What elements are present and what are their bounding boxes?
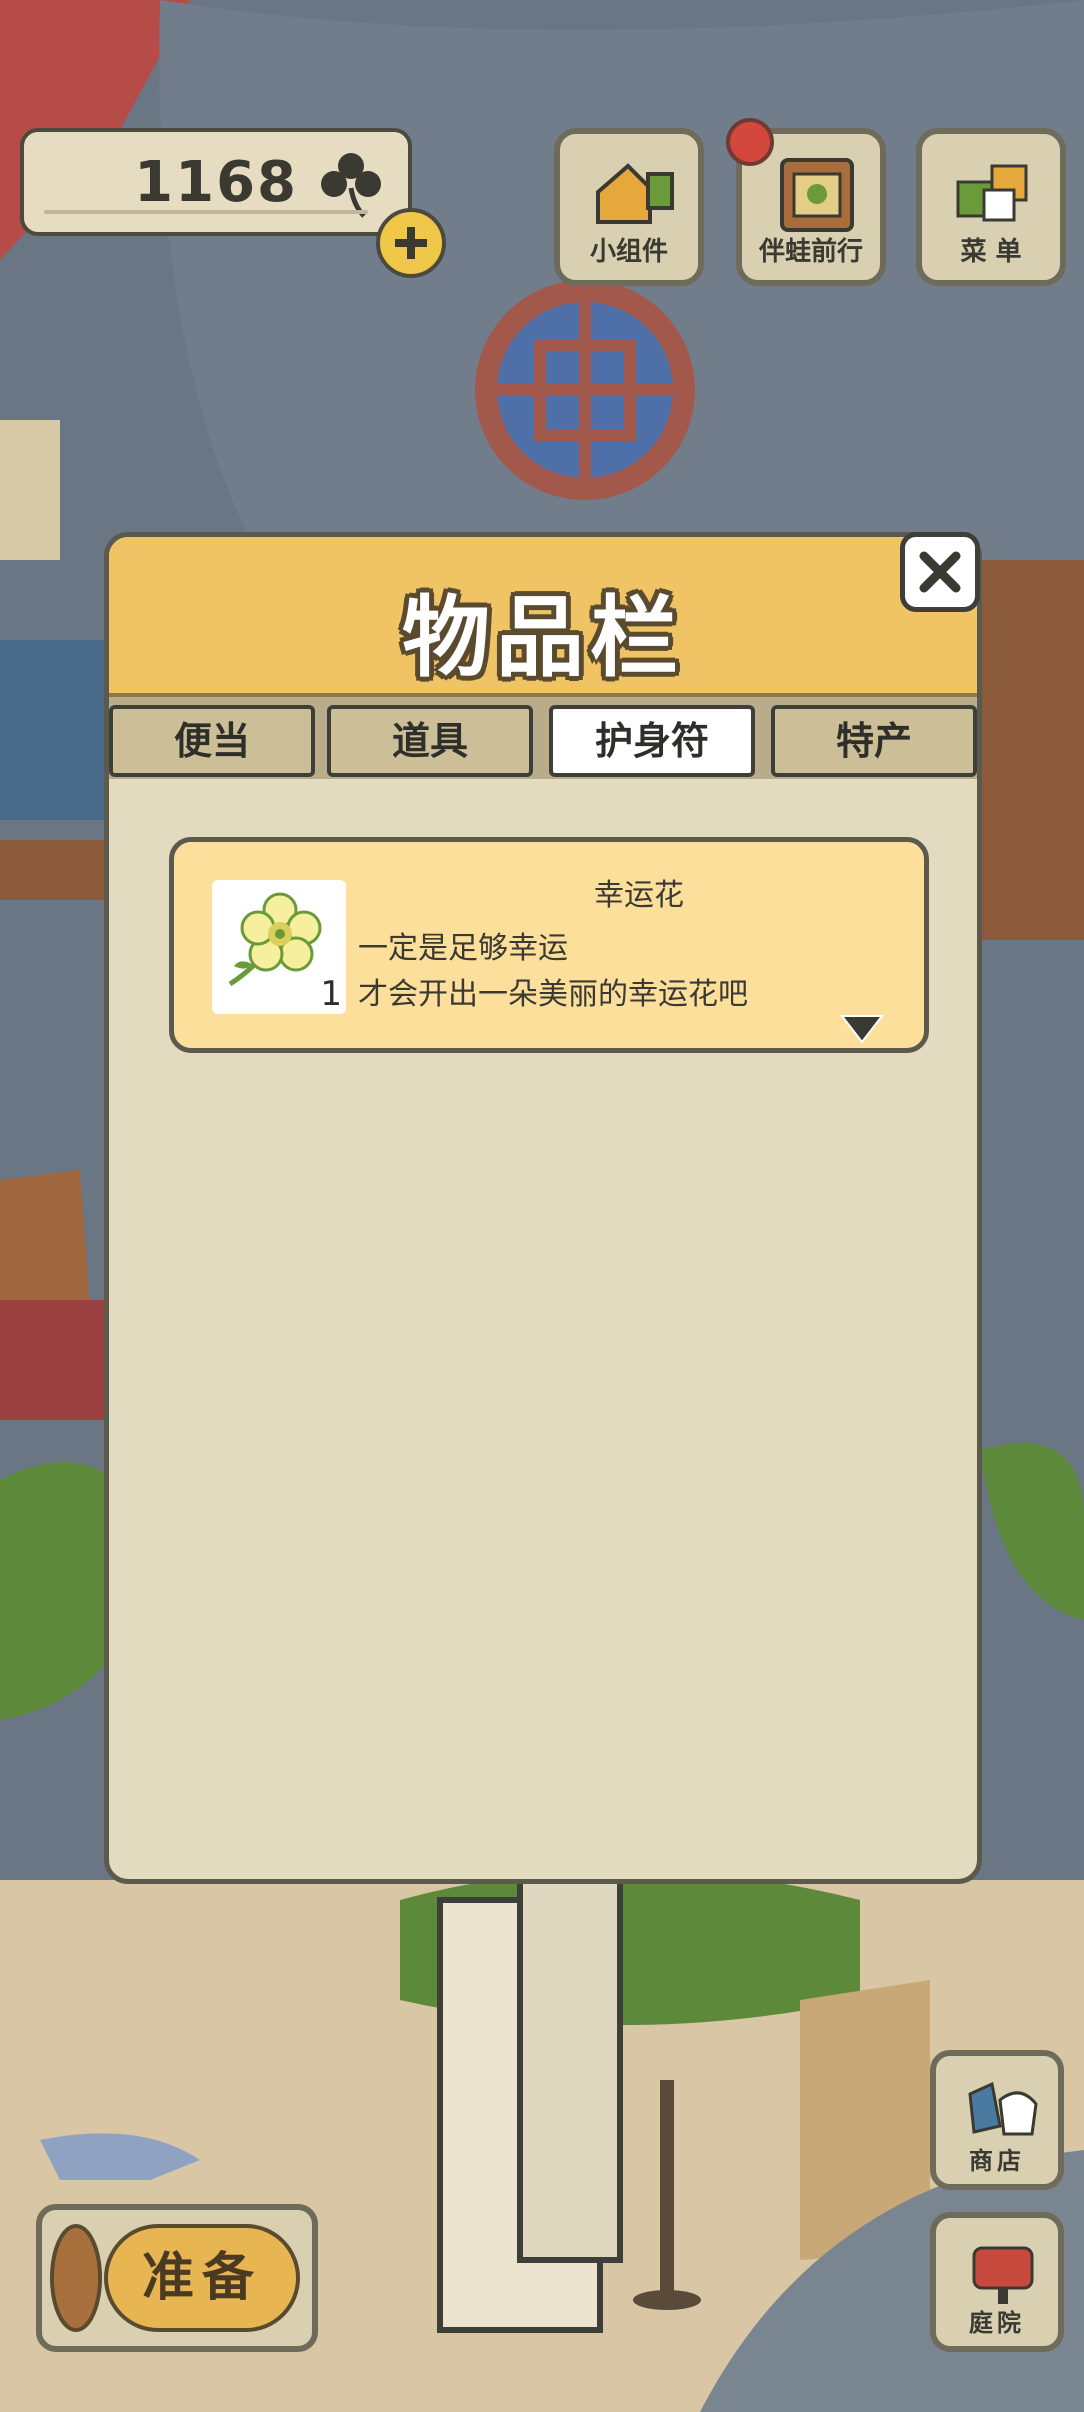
item-description-line-2: 才会开出一朵美丽的幸运花吧 xyxy=(358,977,748,1012)
mailbox-icon xyxy=(972,2246,1034,2304)
add-clover-button[interactable] xyxy=(376,208,446,278)
prepare-label: 准备 xyxy=(104,2224,300,2332)
yard-label: 庭院 xyxy=(969,2309,1025,2337)
travel-with-frog-label: 伴蛙前行 xyxy=(758,237,863,267)
clover-count: 1168 xyxy=(134,150,298,215)
menu-label: 菜 单 xyxy=(960,237,1022,267)
widgets-label: 小组件 xyxy=(589,237,668,267)
tab-bento[interactable]: 便当 xyxy=(109,705,315,777)
shop-label: 商店 xyxy=(969,2147,1025,2175)
item-name: 幸运花 xyxy=(594,878,684,913)
widget-icon xyxy=(596,163,674,224)
widgets-button[interactable]: 小组件 xyxy=(554,128,704,286)
counter-underline xyxy=(44,210,368,214)
plus-icon xyxy=(395,227,427,259)
inventory-modal: 物品栏 便当 道具 护身符 特产 1 幸运花 一定是足够幸运 才会开出一朵美丽的… xyxy=(104,532,982,1884)
prepare-button[interactable]: 准备 xyxy=(36,2204,318,2352)
log-end-icon xyxy=(50,2224,102,2332)
close-icon xyxy=(919,551,961,593)
modal-header: 物品栏 xyxy=(109,537,977,697)
tab-specialties[interactable]: 特产 xyxy=(771,705,977,777)
menu-icon xyxy=(956,164,1028,222)
menu-button[interactable]: 菜 单 xyxy=(916,128,1066,286)
inventory-tabs: 便当 道具 护身符 特产 xyxy=(109,697,977,779)
shop-button[interactable]: 商店 xyxy=(930,2050,1064,2190)
tab-charms[interactable]: 护身符 xyxy=(549,705,755,777)
close-button[interactable] xyxy=(900,532,980,612)
modal-title: 物品栏 xyxy=(401,586,684,689)
expand-arrow-icon[interactable] xyxy=(838,1012,886,1046)
item-description: 一定是足够幸运 才会开出一朵美丽的幸运花吧 xyxy=(358,926,748,1018)
item-thumbnail: 1 xyxy=(212,880,346,1014)
clover-counter: 1168 xyxy=(20,128,412,236)
shop-bag-icon xyxy=(968,2081,1038,2136)
yard-button[interactable]: 庭院 xyxy=(930,2212,1064,2352)
item-description-line-1: 一定是足够幸运 xyxy=(358,931,568,966)
album-icon xyxy=(780,158,854,232)
notification-dot xyxy=(726,118,774,166)
tab-tools[interactable]: 道具 xyxy=(327,705,533,777)
item-quantity: 1 xyxy=(320,974,342,1014)
item-card-lucky-flower[interactable]: 1 幸运花 一定是足够幸运 才会开出一朵美丽的幸运花吧 xyxy=(169,837,929,1053)
